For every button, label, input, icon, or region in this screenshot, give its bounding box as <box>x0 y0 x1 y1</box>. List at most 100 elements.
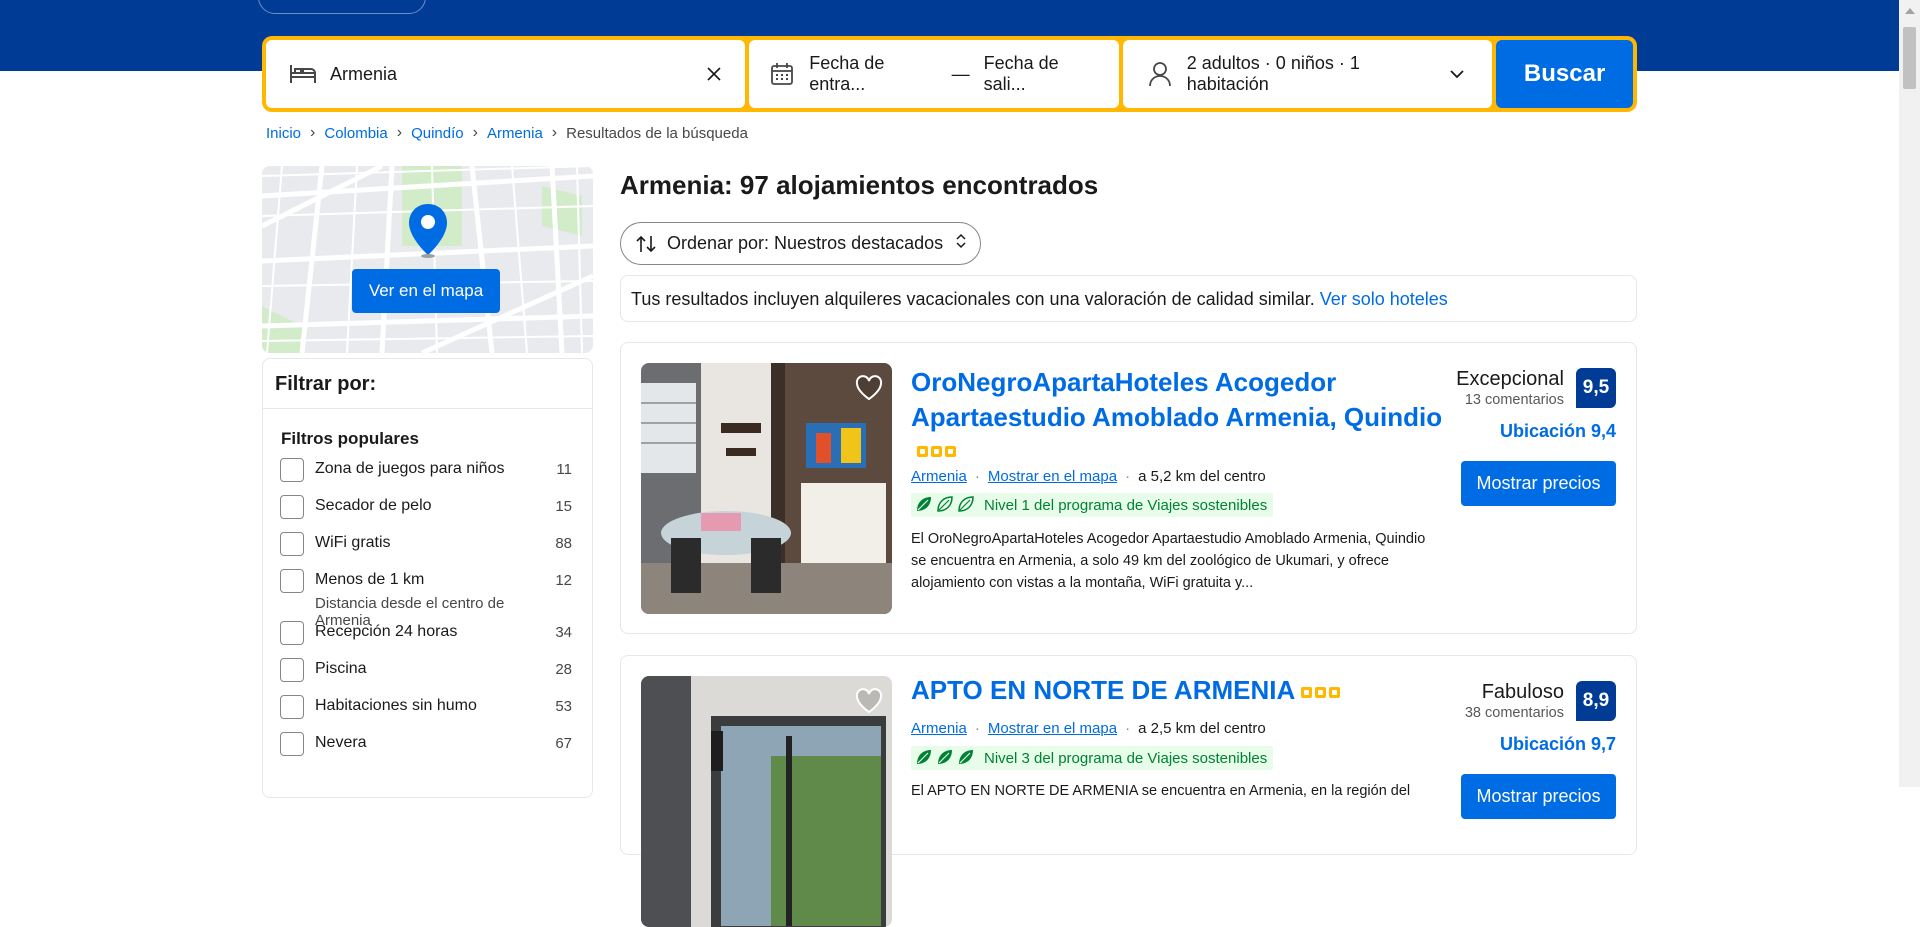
location-score: Ubicación 9,7 <box>1499 734 1616 754</box>
checkin-value: Fecha de entra... <box>809 53 885 94</box>
filter-checkbox[interactable] <box>280 732 304 756</box>
filter-checkbox[interactable] <box>280 695 304 719</box>
property-description: El OroNegroApartaHoteles Acogedor Aparta… <box>911 531 1426 591</box>
heart-icon[interactable] <box>854 686 884 716</box>
eco-level-text: Nivel 1 del programa de Viajes sostenibl… <box>984 497 1268 514</box>
search-bar: Armenia Fecha de entra... — Fecha de sal… <box>262 36 1637 112</box>
property-title-link[interactable]: OroNegroApartaHoteles Acogedor Apartaest… <box>911 367 1442 432</box>
star-rating <box>911 443 956 461</box>
dates-field[interactable]: Fecha de entra... — Fecha de sali... <box>749 40 1119 108</box>
location-line: Armenia · Mostrar en el mapa · a 5,2 km … <box>911 468 1266 485</box>
filter-count: 11 <box>556 461 572 478</box>
filter-checkbox[interactable] <box>280 621 304 645</box>
destination-field[interactable]: Armenia <box>266 40 746 108</box>
sustainability-badge[interactable]: Nivel 1 del programa de Viajes sostenibl… <box>911 493 1274 517</box>
filter-option[interactable]: Menos de 1 km Distancia desde el centro … <box>263 566 592 629</box>
chevron-right-icon: › <box>551 124 558 141</box>
breadcrumb-home[interactable]: Inicio <box>266 125 301 142</box>
page-scrollbar[interactable] <box>1899 0 1920 787</box>
chevron-right-icon: › <box>310 124 316 141</box>
property-photo[interactable] <box>641 676 892 927</box>
show-on-map-link[interactable]: Mostrar en el mapa <box>988 468 1117 485</box>
review-count: 38 comentarios <box>1464 705 1564 721</box>
chevron-right-icon: › <box>396 124 403 141</box>
leaf-outline-icon <box>936 495 954 517</box>
filter-count: 67 <box>555 735 572 752</box>
filter-label: WiFi gratis <box>315 534 391 551</box>
sustainability-badge[interactable]: Nivel 3 del programa de Viajes sostenibl… <box>911 746 1274 770</box>
show-map-button[interactable]: Ver en el mapa <box>352 269 500 313</box>
checkout-value: Fecha de sali... <box>983 53 1059 94</box>
property-title-link[interactable]: APTO EN NORTE DE ARMENIA <box>911 675 1295 705</box>
results-info-notice: Tus resultados incluyen alquileres vacac… <box>620 275 1637 322</box>
chevron-down-icon <box>1442 59 1472 89</box>
scrollbar-thumb[interactable] <box>1903 27 1916 89</box>
property-card: OroNegroApartaHoteles Acogedor Apartaest… <box>620 342 1637 634</box>
breadcrumb: Inicio › Colombia › Quindío › Armenia › … <box>266 124 748 142</box>
score-badge: 9,5 <box>1576 368 1616 408</box>
location-score: Ubicación 9,4 <box>1499 421 1616 441</box>
filter-option[interactable]: Zona de juegos para niños 11 <box>263 455 592 492</box>
filter-option[interactable]: Habitaciones sin humo 53 <box>263 692 592 729</box>
distance-text: a 2,5 km del centro <box>1138 720 1266 737</box>
city-link[interactable]: Armenia <box>911 468 967 485</box>
filter-checkbox[interactable] <box>280 658 304 682</box>
filter-count: 15 <box>555 498 572 515</box>
filter-checkbox[interactable] <box>280 458 304 482</box>
star-icon <box>931 446 942 458</box>
guests-field[interactable]: 2 adultos · 0 niños · 1 habitación <box>1122 40 1493 108</box>
scroll-up-arrow-icon[interactable] <box>1905 8 1915 14</box>
hotels-only-link[interactable]: Ver solo hoteles <box>1320 289 1448 309</box>
city-link[interactable]: Armenia <box>911 720 967 737</box>
filter-count: 53 <box>555 698 572 715</box>
filter-label: Zona de juegos para niños <box>315 460 505 477</box>
results-title: Armenia: 97 alojamientos encontrados <box>620 170 1099 200</box>
filter-count: 12 <box>555 572 572 589</box>
filter-label: Piscina <box>315 660 367 677</box>
breadcrumb-region[interactable]: Quindío <box>411 125 464 142</box>
person-icon <box>1145 59 1175 89</box>
filter-count: 28 <box>555 661 572 678</box>
star-icon <box>1315 686 1327 698</box>
show-prices-button[interactable]: Mostrar precios <box>1461 461 1616 506</box>
show-on-map-link[interactable]: Mostrar en el mapa <box>988 720 1117 737</box>
leaf-filled-icon <box>915 748 933 770</box>
show-prices-button[interactable]: Mostrar precios <box>1461 774 1616 819</box>
filter-option[interactable]: Secador de pelo 15 <box>263 492 592 529</box>
bed-icon <box>288 59 318 89</box>
filter-option[interactable]: WiFi gratis 88 <box>263 529 592 566</box>
filter-option[interactable]: Nevera 67 <box>263 729 592 766</box>
filters-heading: Filtrar por: <box>263 359 592 409</box>
separator-dot: · <box>1125 720 1131 737</box>
map-background <box>262 166 593 353</box>
property-title-block: OroNegroApartaHoteles Acogedor Apartaest… <box>911 365 1451 435</box>
header-pill-button[interactable] <box>258 0 426 14</box>
filter-checkbox[interactable] <box>280 569 304 593</box>
search-button[interactable]: Buscar <box>1496 40 1633 108</box>
filter-label: Habitaciones sin humo <box>315 697 477 714</box>
updown-chevron-icon <box>956 233 966 254</box>
clear-icon[interactable] <box>699 59 729 89</box>
star-icon <box>1301 686 1313 698</box>
filter-label: Secador de pelo <box>315 497 432 514</box>
property-photo[interactable] <box>641 363 892 614</box>
sort-dropdown[interactable]: Ordenar por: Nuestros destacados <box>620 222 981 265</box>
score-badge: 8,9 <box>1576 681 1616 721</box>
leaf-filled-icon <box>915 495 933 517</box>
breadcrumb-country[interactable]: Colombia <box>324 125 387 142</box>
map-preview[interactable]: Ver en el mapa <box>262 166 593 353</box>
star-icon <box>945 446 956 458</box>
filter-option[interactable]: Recepción 24 horas 34 <box>263 618 592 655</box>
filter-checkbox[interactable] <box>280 495 304 519</box>
filter-label: Recepción 24 horas <box>315 623 458 640</box>
info-text: Tus resultados incluyen alquileres vacac… <box>631 289 1320 309</box>
breadcrumb-city[interactable]: Armenia <box>487 125 543 142</box>
score-word: Excepcional <box>1456 368 1564 390</box>
star-icon <box>917 446 928 458</box>
distance-text: a 5,2 km del centro <box>1138 468 1266 485</box>
heart-icon[interactable] <box>854 373 884 403</box>
leaf-outline-icon <box>957 495 975 517</box>
filter-checkbox[interactable] <box>280 532 304 556</box>
filter-option[interactable]: Piscina 28 <box>263 655 592 692</box>
filter-label: Menos de 1 km <box>315 571 425 588</box>
